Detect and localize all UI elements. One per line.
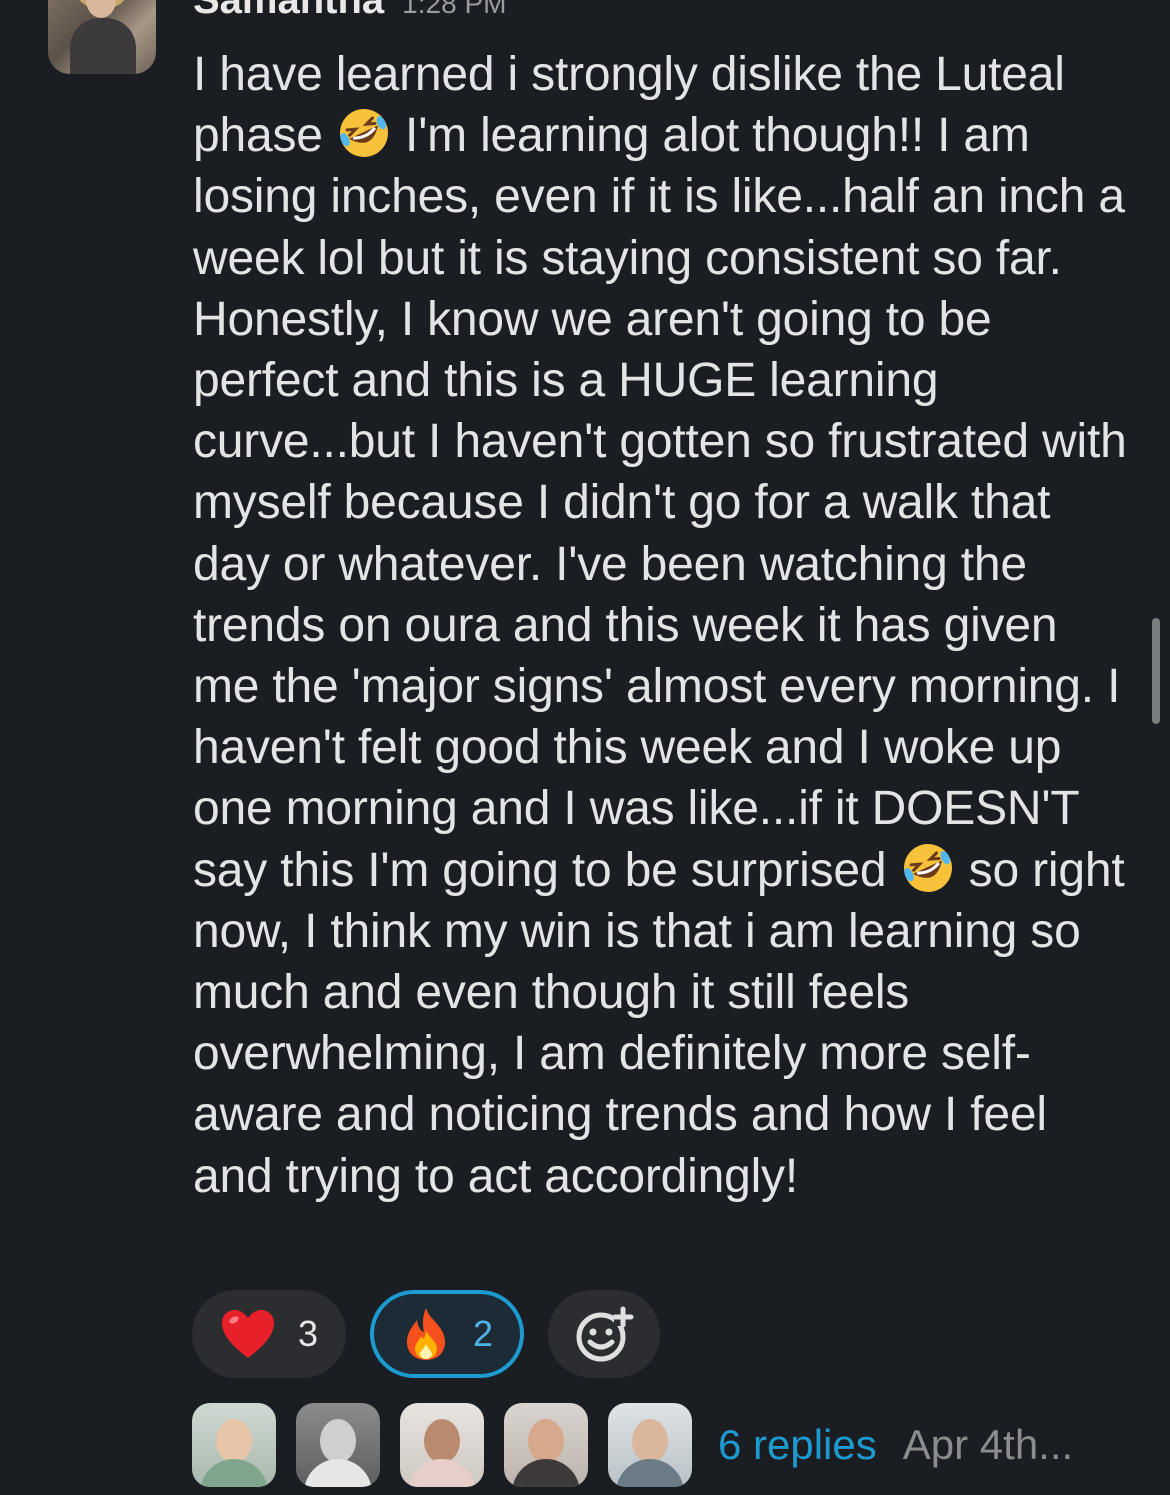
message-text: so right now, I think my win is that i a… (193, 843, 1125, 1203)
reply-avatar (400, 1403, 484, 1487)
fire-icon (406, 1308, 445, 1360)
add-reaction-icon (576, 1306, 634, 1362)
thread-summary[interactable]: 6 replies Apr 4th... (192, 1403, 1073, 1487)
add-reaction-button[interactable] (548, 1290, 660, 1378)
reaction-count: 3 (297, 1313, 319, 1354)
heart-icon (221, 1310, 274, 1358)
rofl-emoji-icon (903, 843, 952, 892)
reaction-bar: 3 2 (192, 1290, 660, 1378)
reply-avatar (608, 1403, 692, 1487)
rofl-emoji-icon (339, 109, 388, 158)
message-timestamp[interactable]: 1:28 PM (402, 0, 506, 20)
thread-last-reply-date: Apr 4th... (902, 1421, 1074, 1468)
author-name[interactable]: Samantha (193, 0, 384, 23)
thread-replies-link[interactable]: 6 replies (718, 1421, 877, 1469)
message-body: I have learned i strongly dislike the Lu… (193, 44, 1128, 1207)
reply-avatar (504, 1403, 588, 1487)
author-avatar[interactable] (48, 0, 156, 74)
reaction-count: 2 (472, 1313, 494, 1354)
reaction-fire[interactable]: 2 (370, 1290, 524, 1378)
message-text: I'm learning alot though!! I am losing i… (193, 109, 1127, 897)
scrollbar[interactable] (1152, 618, 1160, 724)
reply-avatar (192, 1403, 276, 1487)
message-header: Samantha 1:28 PM (193, 0, 506, 22)
reply-avatar (296, 1403, 380, 1487)
reaction-heart[interactable]: 3 (192, 1290, 346, 1378)
